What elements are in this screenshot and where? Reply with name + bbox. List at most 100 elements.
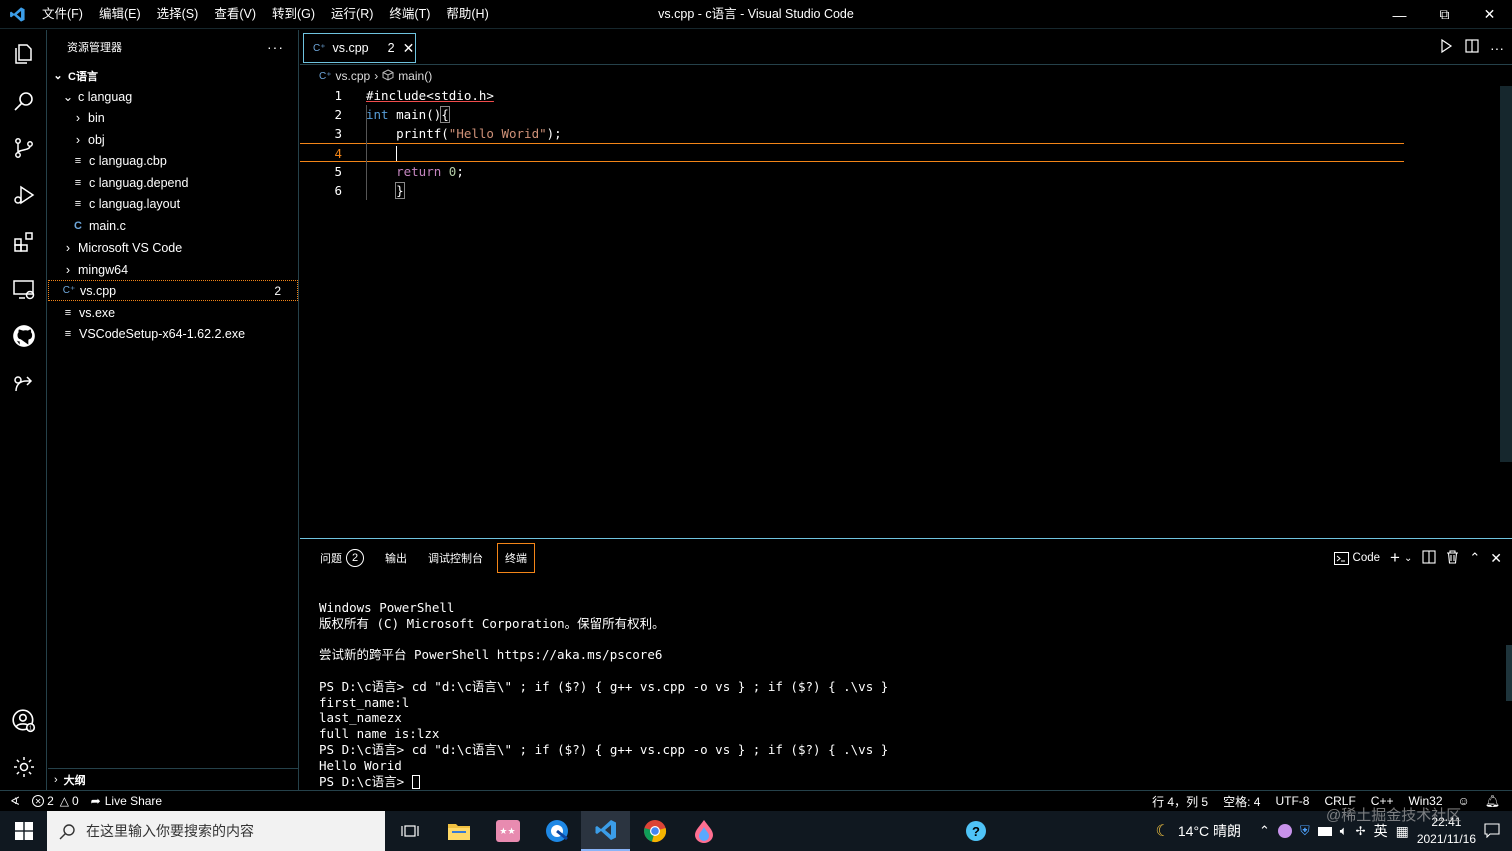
chevron-right-icon: › <box>65 240 71 255</box>
terminal-scrollbar[interactable] <box>1506 645 1512 701</box>
menu-file[interactable]: 文件(F) <box>34 0 91 29</box>
terminal-output[interactable]: Windows PowerShell 版权所有 (C) Microsoft Cor… <box>319 584 888 821</box>
menu-selection[interactable]: 选择(S) <box>149 0 207 29</box>
tree-item-cbp[interactable]: ≡ c languag.cbp <box>48 150 298 171</box>
maximize-panel-icon[interactable]: ⌃ <box>1469 550 1480 566</box>
remote-explorer-icon[interactable] <box>0 265 47 312</box>
chevron-up-icon[interactable]: ⌃ <box>1259 823 1270 839</box>
ime-grid-icon[interactable]: ▦ <box>1396 823 1409 840</box>
live-share-status[interactable]: ➦ Live Share <box>91 794 162 808</box>
tree-item-depend[interactable]: ≡ c languag.depend <box>48 172 298 193</box>
tab-terminal[interactable]: 终端 <box>497 543 535 573</box>
menu-edit[interactable]: 编辑(E) <box>91 0 149 29</box>
breadcrumb-symbol[interactable]: main() <box>398 69 432 83</box>
tree-item-mingw64[interactable]: › mingw64 <box>48 259 298 280</box>
github-icon[interactable] <box>0 312 47 359</box>
tree-item-label: vs.exe <box>79 305 116 320</box>
editor-scrollbar[interactable] <box>1500 86 1512 462</box>
shield-icon[interactable]: ⛨ <box>1300 823 1310 839</box>
app-pink-tile: ★★ <box>495 820 520 842</box>
chevron-down-icon[interactable]: ⌄ <box>1404 553 1412 564</box>
app-flame-icon[interactable] <box>679 811 728 851</box>
code-line: 6 } <box>300 181 1410 200</box>
taskbar-search-box[interactable]: 在这里输入你要搜索的内容 <box>47 811 385 851</box>
tree-item-main-c[interactable]: C main.c <box>48 215 298 236</box>
menu-go[interactable]: 转到(G) <box>264 0 323 29</box>
vscode-app-icon[interactable] <box>581 811 630 851</box>
split-terminal-icon[interactable] <box>1422 549 1436 567</box>
accounts-icon[interactable]: 1 <box>0 697 47 744</box>
close-window-button[interactable]: ✕ <box>1467 0 1512 29</box>
tray-app-icon[interactable] <box>1277 824 1292 838</box>
notification-center-icon[interactable] <box>1484 822 1500 841</box>
tree-item-vscodesetup[interactable]: ≡ VSCodeSetup-x64-1.62.2.exe <box>48 323 298 344</box>
more-actions-icon[interactable]: ··· <box>267 39 284 55</box>
code-line: 1 #include<stdio.h> <box>300 86 1410 105</box>
trash-icon[interactable] <box>1446 549 1459 567</box>
tree-item-label: Microsoft VS Code <box>78 240 183 255</box>
search-icon[interactable] <box>0 77 47 124</box>
minimize-button[interactable]: — <box>1377 0 1422 29</box>
new-terminal-plus-icon[interactable]: + <box>1390 548 1400 568</box>
chrome-app-icon[interactable] <box>630 811 679 851</box>
restore-button[interactable]: ⧉ <box>1422 0 1467 29</box>
tree-item-obj[interactable]: › obj <box>48 129 298 150</box>
workspace-root[interactable]: ⌄ C语言 <box>48 65 298 86</box>
tab-vs-cpp[interactable]: C⁺ vs.cpp 2 ✕ <box>303 33 416 63</box>
menu-view[interactable]: 查看(V) <box>206 0 264 29</box>
tree-item-microsoft-vs-code[interactable]: › Microsoft VS Code <box>48 237 298 258</box>
problems-status[interactable]: ✕ 2 △ 0 <box>32 794 79 808</box>
menu-help[interactable]: 帮助(H) <box>438 0 496 29</box>
warning-count: 0 <box>71 794 79 808</box>
remote-indicator-icon[interactable]: ∢ <box>10 794 20 808</box>
status-bar: ∢ ✕ 2 △ 0 ➦ Live Share 行 4，列 5 空格: 4 UTF… <box>0 790 1512 811</box>
close-icon[interactable]: ✕ <box>403 40 415 57</box>
settings-gear-icon[interactable] <box>0 743 47 790</box>
speaker-icon[interactable]: 🔈︎ <box>1340 823 1348 839</box>
file-lines-icon: ≡ <box>74 197 82 210</box>
browser-app-icon[interactable] <box>532 811 581 851</box>
breadcrumb-file[interactable]: vs.cpp <box>336 69 371 83</box>
file-explorer-app-icon[interactable] <box>434 811 483 851</box>
tree-item-label: bin <box>88 110 105 125</box>
workspace-root-label: C语言 <box>68 70 98 83</box>
tree-item-c-languag[interactable]: ⌄ c languag <box>48 86 298 107</box>
wifi-icon[interactable]: ✢ <box>1356 824 1366 838</box>
help-app-icon[interactable]: ? <box>951 811 1000 851</box>
cursor-position[interactable]: 行 4，列 5 <box>1152 793 1208 810</box>
task-view-icon[interactable] <box>385 811 434 851</box>
tab-output[interactable]: 输出 <box>378 543 414 573</box>
line-number: 2 <box>334 107 342 122</box>
live-share-label: Live Share <box>104 794 163 808</box>
terminal-shell-selector[interactable]: Code <box>1333 551 1380 565</box>
live-share-icon[interactable] <box>0 359 47 406</box>
tree-item-bin[interactable]: › bin <box>48 107 298 128</box>
tree-item-vs-cpp[interactable]: C⁺ vs.cpp 2 <box>48 280 298 301</box>
menu-terminal[interactable]: 终端(T) <box>381 0 438 29</box>
outline-section[interactable]: › 大纲 <box>48 768 298 790</box>
code-token-string: "Hello Worid" <box>448 126 547 141</box>
extensions-icon[interactable] <box>0 218 47 265</box>
tab-debug-console[interactable]: 调试控制台 <box>421 543 490 573</box>
app-pink-icon[interactable]: ★★ <box>483 811 532 851</box>
line-number: 3 <box>334 126 342 141</box>
close-icon[interactable]: ✕ <box>1490 550 1502 567</box>
explorer-icon[interactable] <box>0 30 47 77</box>
tree-item-layout[interactable]: ≡ c languag.layout <box>48 193 298 214</box>
run-debug-icon[interactable] <box>0 171 47 218</box>
notifications-bell-icon[interactable]: 🔔︎ <box>1485 794 1500 808</box>
windows-start-icon[interactable] <box>0 811 47 851</box>
menu-run[interactable]: 运行(R) <box>323 0 381 29</box>
indentation[interactable]: 空格: 4 <box>1223 793 1260 810</box>
code-editor[interactable]: 1 #include<stdio.h> 2 int main(){ 3 prin… <box>300 86 1512 538</box>
tree-item-vs-exe[interactable]: ≡ vs.exe <box>48 302 298 323</box>
run-code-icon[interactable] <box>1438 38 1454 57</box>
split-editor-icon[interactable] <box>1464 38 1480 57</box>
more-actions-icon[interactable]: ··· <box>1490 40 1504 56</box>
source-control-icon[interactable] <box>0 124 47 171</box>
tab-problems[interactable]: 问题 2 <box>313 543 371 573</box>
weather-text[interactable]: 14°C 晴朗 <box>1178 821 1241 841</box>
battery-icon[interactable] <box>1317 826 1332 836</box>
encoding[interactable]: UTF-8 <box>1275 794 1309 808</box>
